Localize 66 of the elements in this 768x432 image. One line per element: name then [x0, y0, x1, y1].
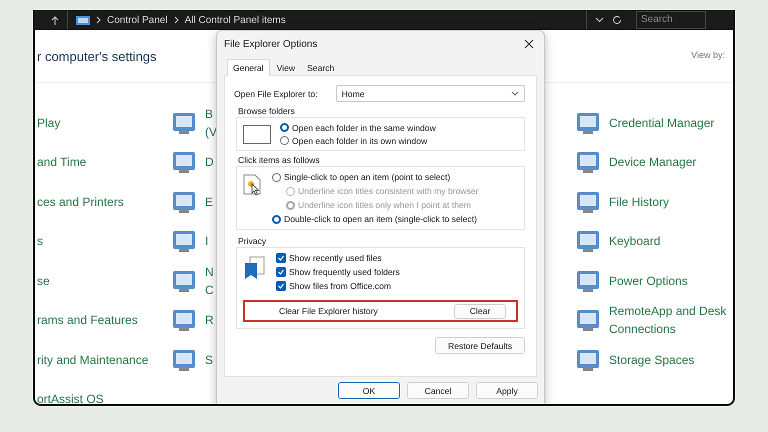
applet-link[interactable]: and Time [37, 153, 86, 172]
applet-link[interactable]: E [205, 192, 214, 211]
checkbox-option[interactable]: Show recently used files [276, 252, 400, 264]
dropdown-icon[interactable] [595, 17, 604, 23]
breadcrumb[interactable]: Control Panel [107, 14, 168, 26]
tab[interactable]: General [227, 59, 270, 76]
dialog-title: File Explorer Options [224, 38, 318, 50]
folder-icon [76, 16, 90, 24]
group-label: Browse folders [238, 106, 296, 116]
open-to-dropdown[interactable]: Home [336, 85, 525, 102]
clear-history-label: Clear File Explorer history [279, 306, 378, 316]
tab[interactable]: View [272, 60, 300, 76]
applet-link[interactable]: Power Options [609, 272, 688, 290]
view-by-label: View by: [691, 50, 725, 60]
radio-option[interactable]: Open each folder in its own window [280, 135, 436, 146]
cursor-file-icon [243, 174, 263, 198]
up-arrow-icon[interactable] [51, 16, 59, 24]
radio-option[interactable]: Double-click to open an item (single-click to select) [272, 213, 479, 225]
dialog-button[interactable]: Cancel [407, 382, 469, 399]
breadcrumb[interactable]: All Control Panel items [184, 14, 286, 26]
applet-icon[interactable] [171, 228, 197, 254]
applet-icon[interactable] [171, 307, 197, 334]
radio-option[interactable]: Open each folder in the same window [280, 122, 436, 133]
applet-icon[interactable] [575, 307, 601, 334]
applet-icon[interactable] [575, 228, 601, 254]
close-icon[interactable] [524, 39, 534, 49]
applet-icon[interactable] [171, 149, 197, 176]
checkbox-option[interactable]: Show frequently used folders [276, 266, 400, 278]
applet-link[interactable]: S [205, 350, 214, 369]
applet-link[interactable]: B (V [205, 104, 217, 141]
applet-link[interactable]: Credential Manager [609, 114, 714, 132]
applet-link[interactable]: s [37, 232, 43, 250]
applet-link[interactable]: ces and Printers [37, 192, 124, 211]
dialog-button[interactable]: OK [338, 382, 400, 399]
applet-link[interactable]: rity and Maintenance [37, 350, 148, 369]
applet-link[interactable]: R [205, 311, 214, 330]
applet-link[interactable]: Storage Spaces [609, 350, 694, 369]
restore-defaults-button[interactable]: Restore Defaults [435, 337, 525, 354]
applet-link[interactable]: N C [205, 262, 214, 299]
applet-link[interactable]: Keyboard [609, 232, 660, 250]
applet-link[interactable]: ortAssist OS [37, 390, 104, 404]
applet-link[interactable]: I [205, 232, 208, 250]
checkbox-option[interactable]: Show files from Office.com [276, 280, 400, 292]
chevron-down-icon [511, 91, 519, 96]
files-icon [243, 255, 267, 281]
group-label: Click items as follows [238, 155, 321, 165]
applet-icon[interactable] [575, 149, 601, 176]
window-icon [243, 125, 271, 144]
applet-link[interactable]: File History [609, 192, 670, 211]
refresh-icon[interactable] [612, 15, 622, 25]
group-label: Privacy [238, 236, 268, 246]
applet-link[interactable]: Device Manager [609, 153, 696, 172]
applet-link[interactable]: rams and Features [37, 311, 138, 330]
search-field[interactable]: Search [636, 11, 706, 29]
applet-link[interactable]: D [205, 153, 214, 172]
applet-link[interactable]: RemoteApp and Desk Connections [609, 302, 726, 338]
applet-link[interactable]: se [37, 272, 50, 290]
clear-button[interactable]: Clear [454, 304, 506, 318]
field-label: Open File Explorer to: [234, 88, 318, 98]
chevron-icon [174, 16, 179, 24]
chevron-icon [96, 16, 101, 24]
radio-option[interactable]: Single-click to open an item (point to select) [272, 171, 479, 183]
dialog-button[interactable]: Apply [476, 382, 538, 399]
applet-link[interactable]: Play [37, 114, 60, 132]
page-heading: r computer's settings [37, 48, 157, 64]
tab[interactable]: Search [302, 60, 340, 76]
